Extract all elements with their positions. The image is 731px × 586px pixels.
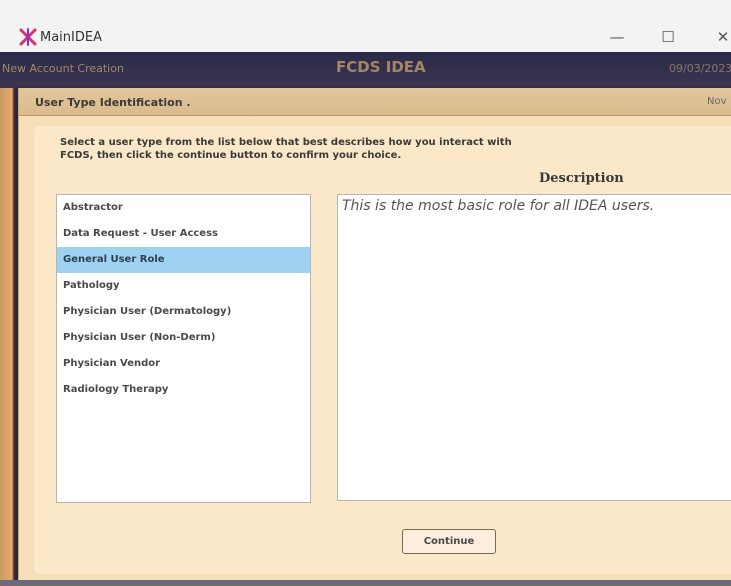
user-type-dialog: User Type Identification . Nov Select a … xyxy=(18,88,731,580)
close-icon[interactable]: ✕ xyxy=(712,26,731,48)
dialog-header-nav: Nov xyxy=(707,96,727,107)
instructions-text: Select a user type from the list below t… xyxy=(60,137,512,161)
list-item-abstractor[interactable]: Abstractor xyxy=(57,195,310,221)
description-box: This is the most basic role for all IDEA… xyxy=(337,194,731,501)
dialog-header: User Type Identification . Nov xyxy=(19,88,731,116)
minimize-icon[interactable]: — xyxy=(606,26,628,48)
user-type-list[interactable]: Abstractor Data Request - User Access Ge… xyxy=(56,194,311,503)
maximize-icon[interactable]: ☐ xyxy=(657,26,679,48)
app-header-date: 09/03/2023 06 xyxy=(669,62,731,75)
window-title: MainIDEA xyxy=(40,30,102,45)
app-logo-icon xyxy=(19,28,37,46)
list-item-radiology-therapy[interactable]: Radiology Therapy xyxy=(57,377,310,403)
list-item-general-user-role[interactable]: General User Role xyxy=(57,247,310,273)
description-heading: Description xyxy=(539,171,624,186)
dialog-title: User Type Identification . xyxy=(35,96,191,109)
app-header-title: FCDS IDEA xyxy=(336,58,426,76)
list-item-physician-dermatology[interactable]: Physician User (Dermatology) xyxy=(57,299,310,325)
description-text: This is the most basic role for all IDEA… xyxy=(342,198,655,214)
window-titlebar: MainIDEA — ☐ ✕ xyxy=(0,0,731,52)
list-item-physician-non-derm[interactable]: Physician User (Non-Derm) xyxy=(57,325,310,351)
list-item-data-request[interactable]: Data Request - User Access xyxy=(57,221,310,247)
app-header-section: New Account Creation xyxy=(2,62,124,75)
bottom-edge xyxy=(0,580,731,586)
list-item-pathology[interactable]: Pathology xyxy=(57,273,310,299)
continue-button[interactable]: Continue xyxy=(402,529,496,554)
list-item-physician-vendor[interactable]: Physician Vendor xyxy=(57,351,310,377)
dialog-body: Select a user type from the list below t… xyxy=(34,126,731,574)
